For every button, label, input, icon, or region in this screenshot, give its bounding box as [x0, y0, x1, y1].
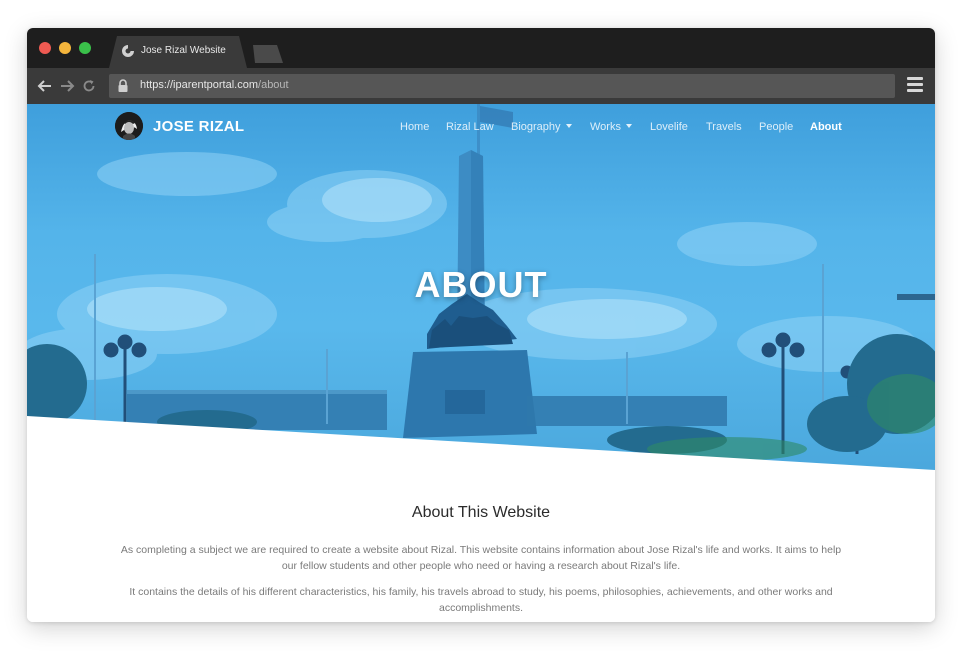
url-input[interactable]: https://iparentportal.com/about	[109, 74, 895, 98]
nav-item-biography[interactable]: Biography	[511, 121, 572, 133]
nav-item-about[interactable]: About	[810, 121, 842, 133]
hero-banner: JOSE RIZAL Home Rizal Law Biography Work…	[27, 104, 935, 476]
url-host: https://iparentportal.com	[140, 79, 259, 91]
arrow-right-icon[interactable]	[59, 78, 75, 94]
nav-item-people[interactable]: People	[759, 121, 793, 133]
main-nav: Home Rizal Law Biography Works Lovelife …	[27, 121, 935, 137]
chevron-down-icon	[625, 124, 632, 128]
chevron-down-icon	[565, 124, 572, 128]
url-path: /about	[258, 79, 289, 91]
nav-label: Lovelife	[650, 121, 688, 133]
address-bar-row: https://iparentportal.com/about	[27, 68, 935, 104]
tab-title: Jose Rizal Website	[141, 45, 226, 56]
nav-label: About	[810, 121, 842, 133]
nav-item-home[interactable]: Home	[400, 121, 429, 133]
hamburger-menu-icon[interactable]	[907, 77, 923, 95]
nav-label: Home	[400, 121, 430, 133]
new-tab-button[interactable]	[253, 45, 283, 63]
site-favicon-icon	[121, 44, 135, 58]
page-viewport: JOSE RIZAL Home Rizal Law Biography Work…	[27, 104, 935, 622]
tab-bar: Jose Rizal Website	[27, 28, 935, 68]
section-title: About This Website	[411, 504, 551, 521]
nav-item-lovelife[interactable]: Lovelife	[650, 121, 688, 133]
url-text: https://iparentportal.com/about	[140, 79, 289, 91]
lock-icon	[117, 79, 129, 93]
nav-label: People	[759, 121, 794, 133]
reload-icon[interactable]	[81, 78, 97, 94]
maximize-window-button[interactable]	[79, 42, 91, 54]
nav-item-works[interactable]: Works	[590, 121, 632, 133]
nav-label: Works	[590, 121, 621, 133]
nav-label: Rizal Law	[446, 121, 494, 133]
arrow-left-icon[interactable]	[37, 78, 53, 94]
nav-item-travels[interactable]: Travels	[706, 121, 742, 133]
about-paragraph-2: It contains the details of his different…	[129, 586, 833, 614]
nav-label: Travels	[706, 121, 742, 133]
about-paragraph-1: As completing a subject we are required …	[120, 544, 842, 572]
close-window-button[interactable]	[39, 42, 51, 54]
browser-window: Jose Rizal Website https://iparentportal…	[27, 28, 935, 622]
nav-item-rizal-law[interactable]: Rizal Law	[446, 121, 494, 133]
hero-title: ABOUT	[414, 264, 548, 305]
nav-label: Biography	[511, 121, 561, 133]
minimize-window-button[interactable]	[59, 42, 71, 54]
